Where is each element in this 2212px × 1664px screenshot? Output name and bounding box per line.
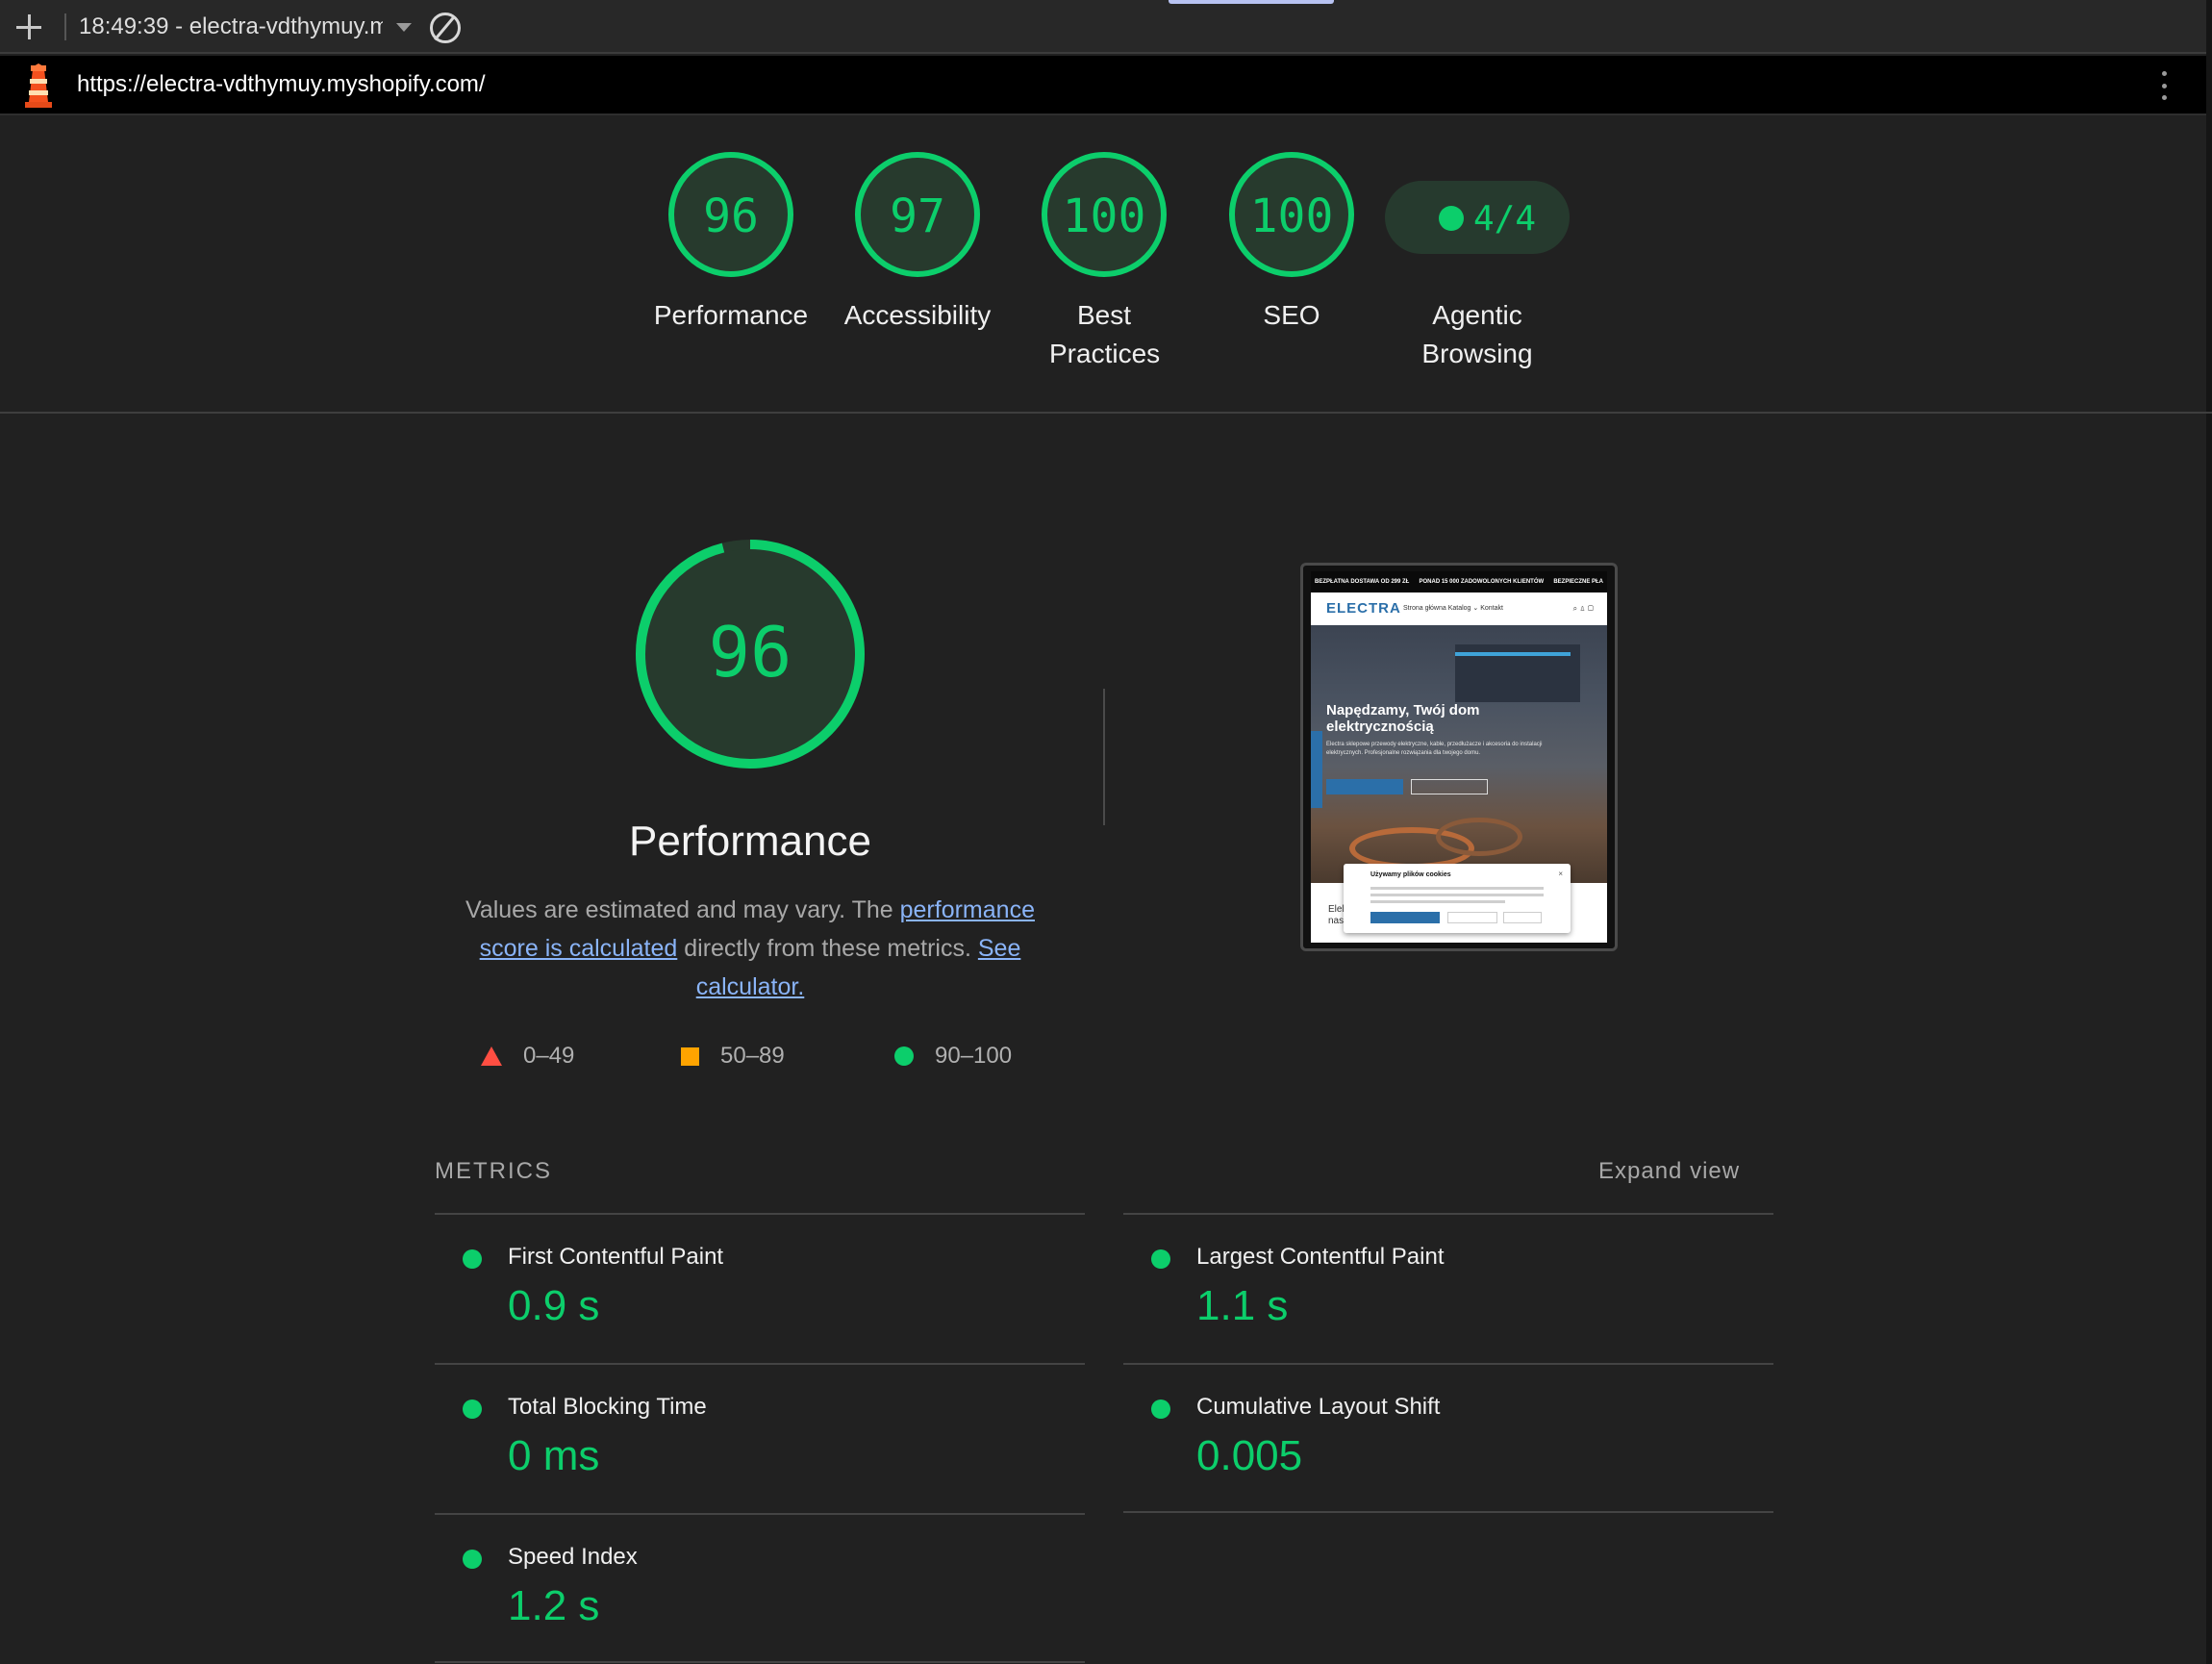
- category-scores-row: 96 Performance 97 Accessibility 100 Best…: [0, 117, 2212, 414]
- pass-dot-icon: [463, 1399, 482, 1419]
- big-gauge-score: 96: [708, 612, 792, 693]
- performance-title: Performance: [629, 818, 871, 865]
- agentic-value: 4/4: [1473, 199, 1537, 239]
- legend-pass: 90–100: [894, 1039, 1012, 1073]
- metric-speed-index[interactable]: Speed Index 1.2 s: [435, 1513, 1085, 1663]
- report-url-bar: https://electra-vdthymuy.myshopify.com/: [0, 56, 2212, 115]
- pass-dot-icon: [463, 1249, 482, 1269]
- metric-name: Largest Contentful Paint: [1196, 1244, 1445, 1270]
- gauge-label: Accessibility: [843, 300, 992, 330]
- thumb-cookie-title: Używamy plików cookies: [1370, 871, 1451, 878]
- gauge-ring: 97: [855, 152, 980, 277]
- metric-name: Speed Index: [508, 1544, 638, 1570]
- metrics-header: METRICS: [435, 1158, 552, 1184]
- pass-dot-icon: [1439, 206, 1464, 231]
- gauge-score: 96: [703, 189, 759, 243]
- metric-name: Cumulative Layout Shift: [1196, 1394, 1441, 1420]
- thumb-nav: ELECTRA Strona główna Katalog ⌄ Kontakt …: [1311, 592, 1607, 625]
- thumb-cookie-banner: Używamy plików cookies ×: [1344, 864, 1571, 933]
- section-divider: [1103, 689, 1105, 825]
- agentic-pill: 4/4: [1385, 181, 1570, 254]
- metric-name: First Contentful Paint: [508, 1244, 724, 1270]
- metric-divider: [435, 1661, 1085, 1663]
- metric-name: Total Blocking Time: [508, 1394, 707, 1420]
- report-selector-label: 18:49:39 - electra-vdthymuy.myshopify.co…: [79, 13, 383, 39]
- gauge-score: 97: [890, 189, 945, 243]
- thumb-nav-icons: ⌕ ♙ ▢: [1572, 604, 1594, 613]
- final-screenshot-thumbnail[interactable]: BEZPŁATNA DOSTAWA OD 299 ZŁ PONAD 15 000…: [1300, 563, 1618, 951]
- metric-total-blocking-time[interactable]: Total Blocking Time 0 ms: [435, 1363, 1085, 1513]
- thumb-cookie-close-icon: ×: [1558, 870, 1563, 878]
- thumb-logo: ELECTRA: [1326, 600, 1401, 617]
- desc-text: Values are estimated and may vary. The: [465, 896, 900, 923]
- gauge-score: 100: [1249, 189, 1334, 243]
- thumb-announce-left: BEZPŁATNA DOSTAWA OD 299 ZŁ: [1315, 579, 1410, 585]
- desc-text: directly from these metrics.: [677, 935, 978, 962]
- active-tab-indicator: [1169, 0, 1334, 4]
- legend-label: 0–49: [523, 1043, 575, 1069]
- average-square-icon: [681, 1046, 699, 1066]
- fail-triangle-icon: [481, 1046, 502, 1066]
- report-selector-dropdown[interactable]: 18:49:39 - electra-vdthymuy.myshopify.co…: [79, 10, 415, 44]
- gauge-label: Best Practices: [1049, 300, 1161, 368]
- caret-down-icon: [396, 22, 412, 32]
- metric-value: 1.1 s: [1196, 1282, 1289, 1329]
- metric-value: 0.9 s: [508, 1282, 600, 1329]
- devtools-toolbar: 18:49:39 - electra-vdthymuy.myshopify.co…: [0, 0, 2212, 54]
- thumb-nav-links: Strona główna Katalog ⌄ Kontakt: [1403, 605, 1503, 612]
- gauge-label: Performance: [653, 300, 809, 330]
- thumb-hero-title: Napędzamy, Twój dom elektrycznością: [1326, 702, 1480, 735]
- thumb-hero-button: [1411, 779, 1488, 794]
- legend-fail: 0–49: [481, 1039, 574, 1073]
- metric-first-contentful-paint[interactable]: First Contentful Paint 0.9 s: [435, 1213, 1085, 1363]
- metric-largest-contentful-paint[interactable]: Largest Contentful Paint 1.1 s: [1123, 1213, 1773, 1363]
- gauge-ring: 96: [668, 152, 793, 277]
- lighthouse-logo-icon: [25, 63, 52, 108]
- thumb-announcement-bar: BEZPŁATNA DOSTAWA OD 299 ZŁ PONAD 15 000…: [1311, 571, 1607, 592]
- gauge-label: SEO: [1263, 300, 1320, 330]
- performance-big-gauge: 96: [631, 535, 869, 773]
- metric-divider: [1123, 1511, 1773, 1513]
- pass-dot-icon: [1151, 1249, 1170, 1269]
- more-options-kebab-icon[interactable]: [2158, 71, 2170, 100]
- gauge-label: Agentic Browsing: [1421, 300, 1533, 368]
- thumb-hero-button: [1326, 779, 1403, 794]
- thumb-hero-text: Electra sklepowe przewody elektryczne, k…: [1326, 742, 1543, 756]
- toolbar-divider: [64, 13, 66, 40]
- metric-value: 0.005: [1196, 1432, 1303, 1479]
- thumb-announce-mid: PONAD 15 000 ZADOWOLONYCH KLIENTÓW: [1419, 579, 1545, 585]
- gauge-ring: 100: [1229, 152, 1354, 277]
- performance-description: Values are estimated and may vary. The p…: [452, 891, 1048, 1006]
- legend-label: 50–89: [720, 1043, 785, 1069]
- clear-all-icon[interactable]: [430, 13, 461, 43]
- thumb-hero: Napędzamy, Twój dom elektrycznością Elec…: [1311, 625, 1607, 883]
- thumb-side-tab: [1311, 731, 1322, 808]
- metric-value: 1.2 s: [508, 1582, 600, 1629]
- legend-label: 90–100: [935, 1043, 1013, 1069]
- thumb-announce-right: BEZPIECZNE PŁA: [1553, 579, 1603, 585]
- pass-dot-icon: [1151, 1399, 1170, 1419]
- metric-cumulative-layout-shift[interactable]: Cumulative Layout Shift 0.005: [1123, 1363, 1773, 1513]
- gauge-ring: 100: [1042, 152, 1167, 277]
- legend-average: 50–89: [681, 1039, 785, 1073]
- pass-dot-icon: [463, 1550, 482, 1569]
- pass-circle-icon: [894, 1046, 914, 1066]
- expand-view-toggle[interactable]: Expand view: [1598, 1158, 1740, 1185]
- score-scale-legend: 0–49 50–89 90–100: [452, 1039, 1048, 1077]
- metric-value: 0 ms: [508, 1432, 600, 1479]
- url-text[interactable]: https://electra-vdthymuy.myshopify.com/: [77, 71, 486, 98]
- new-report-plus-icon[interactable]: [13, 12, 44, 42]
- gauge-score: 100: [1062, 189, 1146, 243]
